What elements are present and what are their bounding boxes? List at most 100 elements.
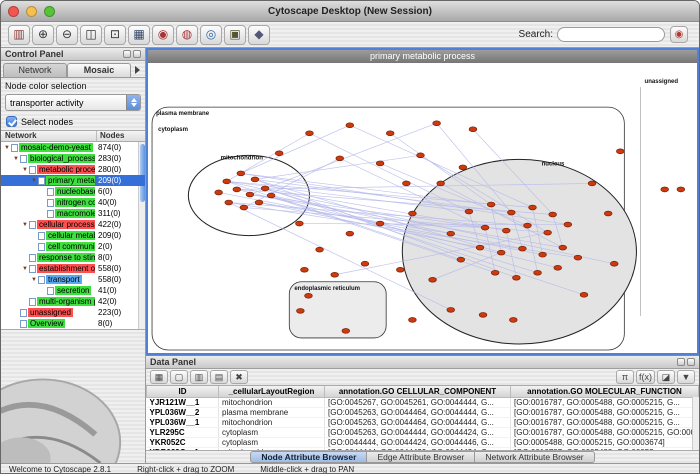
network-node[interactable] [491,270,499,275]
tree-item-cellular-process[interactable]: ▼cellular process422(0) [1,219,145,230]
create-network-icon[interactable]: ◍ [176,25,198,45]
select-all-attributes-icon[interactable]: ▦ [150,370,168,384]
network-node[interactable] [386,131,394,136]
tree-header-nodes[interactable]: Nodes [97,131,145,141]
network-node[interactable] [465,209,473,214]
network-node[interactable] [524,223,532,228]
network-node[interactable] [433,121,441,126]
network-node[interactable] [215,190,223,195]
network-node[interactable] [417,153,425,158]
network-node[interactable] [487,202,495,207]
unselect-all-attributes-icon[interactable]: ▢ [170,370,188,384]
tab-edge-attribute-browser[interactable]: Edge Attribute Browser [367,451,475,463]
close-window-button[interactable] [8,6,19,17]
expand-triangle-icon[interactable]: ▼ [21,266,29,272]
network-node[interactable] [604,211,612,216]
network-overview-icon[interactable]: ◉ [152,25,174,45]
close-panel-icon[interactable] [133,50,141,58]
column-header-annotation-go-cellular-component[interactable]: annotation.GO CELLULAR_COMPONENT [325,386,511,397]
network-canvas[interactable]: plasma membranecytoplasmendoplasmic reti… [148,63,697,353]
network-node[interactable] [331,272,339,277]
table-row[interactable]: YLR295Ccytoplasm[GO:0045263, GO:0044444,… [147,427,699,437]
network-node[interactable] [437,181,445,186]
network-node[interactable] [554,265,562,270]
column-header-annotation-go-molecular-function[interactable]: annotation.GO MOLECULAR_FUNCTION [511,386,699,397]
network-view-title[interactable]: primary metabolic process [148,50,697,63]
network-node[interactable] [549,212,557,217]
network-node[interactable] [376,221,384,226]
tree-item-cellular-metabo[interactable]: cellular metabo209(0) [1,230,145,241]
expand-triangle-icon[interactable]: ▼ [3,145,11,151]
tree-item-metabolic-process[interactable]: ▼metabolic process280(0) [1,164,145,175]
table-row[interactable]: YJR121W__1mitochondrion[GO:0045267, GO:0… [147,397,699,407]
vizmapper-icon[interactable]: ◆ [248,25,270,45]
tree-item-nitrogen-compo[interactable]: nitrogen compo40(0) [1,197,145,208]
expand-triangle-icon[interactable]: ▼ [12,156,20,162]
network-node[interactable] [255,200,263,205]
network-node[interactable] [610,261,618,266]
column-header-id[interactable]: ID [147,386,219,397]
table-row[interactable]: YPL036W__1mitochondrion[GO:0045263, GO:0… [147,417,699,427]
network-node[interactable] [409,317,417,322]
search-input[interactable] [557,27,665,42]
tree-item-biological-process[interactable]: ▼biological_process283(0) [1,153,145,164]
import-attributes-icon[interactable]: ▼ [677,370,695,384]
zoom-out-icon[interactable]: ⊖ [56,25,78,45]
tree-item-response-to-stimul[interactable]: response to stimul8(0) [1,252,145,263]
float-panel-icon[interactable] [123,50,131,58]
tab-node-attribute-browser[interactable]: Node Attribute Browser [250,451,367,463]
table-row[interactable]: YDR039C__1mitochondrion[GO:0044444, GO:0… [147,447,699,450]
annotation-icon[interactable]: ▣ [224,25,246,45]
column-header--cellularlayoutregion[interactable]: _cellularLayoutRegion [219,386,325,397]
table-row[interactable]: YKR052Ccytoplasm[GO:0044444, GO:0044424,… [147,437,699,447]
network-node[interactable] [246,192,254,197]
network-node[interactable] [296,221,304,226]
tree-item-transport[interactable]: ▼transport558(0) [1,274,145,285]
expand-triangle-icon[interactable]: ▼ [21,167,29,173]
network-node[interactable] [223,179,231,184]
network-node[interactable] [361,261,369,266]
select-nodes-option[interactable]: Select nodes [1,113,145,130]
network-node[interactable] [459,165,467,170]
network-node[interactable] [481,225,489,230]
table-scrollbar[interactable] [692,397,699,450]
network-node[interactable] [519,246,527,251]
tab-mosaic[interactable]: Mosaic [67,63,131,77]
network-node[interactable] [588,181,596,186]
network-node[interactable] [233,187,241,192]
network-node[interactable] [447,231,455,236]
network-node[interactable] [336,156,344,161]
tree-item-primary-metabo[interactable]: ▼primary metabo209(0) [1,175,145,186]
show-graphics-details-icon[interactable]: ▦ [128,25,150,45]
minimize-window-button[interactable] [26,6,37,17]
tree-item-unassigned[interactable]: unassigned223(0) [1,307,145,318]
expand-triangle-icon[interactable]: ▼ [30,178,38,184]
network-node[interactable] [529,205,537,210]
open-attribute-file-icon[interactable]: ◪ [657,370,675,384]
network-node[interactable] [497,250,505,255]
network-node[interactable] [513,275,521,280]
delete-attribute-icon[interactable]: ▤ [210,370,228,384]
network-node[interactable] [544,230,552,235]
tree-item-establishment-of-lo[interactable]: ▼establishment of lo558(0) [1,263,145,274]
zoom-fit-icon[interactable]: ⊡ [104,25,126,45]
tree-item-overview[interactable]: Overview8(0) [1,318,145,329]
network-node[interactable] [301,267,309,272]
network-node[interactable] [507,210,515,215]
function-builder-icon[interactable]: f(x) [636,370,655,384]
tree-item-macromolecule[interactable]: macromolecule311(0) [1,208,145,219]
tab-overflow-arrow-icon[interactable] [131,63,143,77]
tree-item-cell-communica[interactable]: cell communica2(0) [1,241,145,252]
checkbox-checked-icon[interactable] [6,116,17,127]
network-node[interactable] [251,177,259,182]
zoom-window-button[interactable] [44,6,55,17]
network-node[interactable] [275,151,283,156]
network-node[interactable] [429,277,437,282]
network-node[interactable] [316,247,324,252]
network-node[interactable] [346,231,354,236]
network-node[interactable] [564,222,572,227]
network-node[interactable] [447,307,455,312]
network-node[interactable] [476,245,484,250]
tree-item-secretion[interactable]: secretion41(0) [1,285,145,296]
network-node[interactable] [225,200,233,205]
